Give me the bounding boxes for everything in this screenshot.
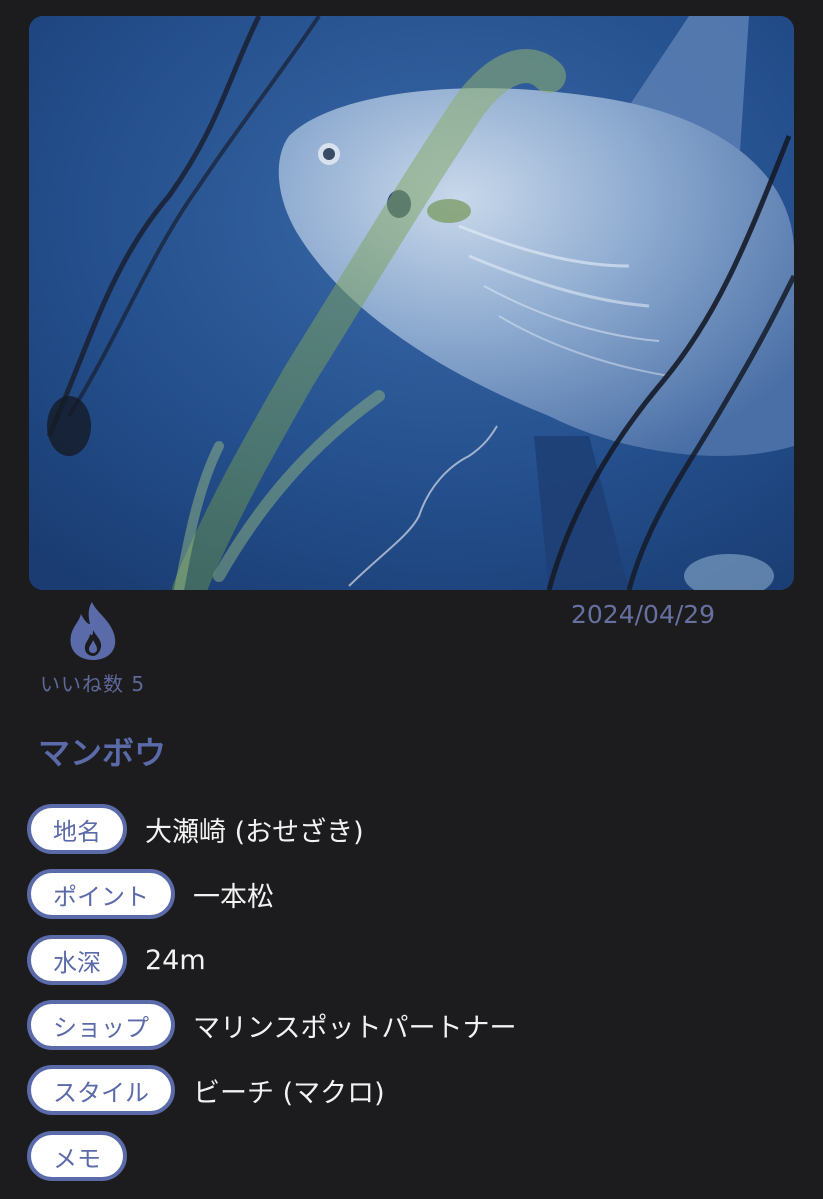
location-value: 大瀬崎 (おせざき): [145, 816, 364, 848]
shop-label-pill: ショップ: [27, 1000, 175, 1050]
detail-row-style: スタイル ビーチ (マクロ): [27, 1065, 385, 1115]
flame-icon[interactable]: [66, 600, 120, 662]
detail-row-depth: 水深 24m: [27, 935, 206, 985]
style-label-pill: スタイル: [27, 1065, 175, 1115]
location-label-pill: 地名: [27, 804, 127, 854]
memo-label-pill: メモ: [27, 1131, 127, 1181]
point-label-pill: ポイント: [27, 869, 175, 919]
point-value: 一本松: [193, 881, 274, 913]
detail-row-point: ポイント 一本松: [27, 869, 274, 919]
sunfish-photo[interactable]: [29, 16, 794, 590]
style-value: ビーチ (マクロ): [193, 1077, 385, 1109]
post-date: 2024/04/29: [571, 600, 716, 629]
detail-row-shop: ショップ マリンスポットパートナー: [27, 1000, 516, 1050]
underwater-image: [29, 16, 794, 590]
shop-value: マリンスポットパートナー: [193, 1012, 517, 1044]
species-title: マンボウ: [38, 734, 167, 772]
like-count-label: いいね数 5: [40, 672, 146, 696]
detail-row-memo: メモ: [27, 1131, 145, 1181]
detail-row-location: 地名 大瀬崎 (おせざき): [27, 804, 364, 854]
depth-label-pill: 水深: [27, 935, 127, 985]
depth-value: 24m: [145, 944, 206, 976]
